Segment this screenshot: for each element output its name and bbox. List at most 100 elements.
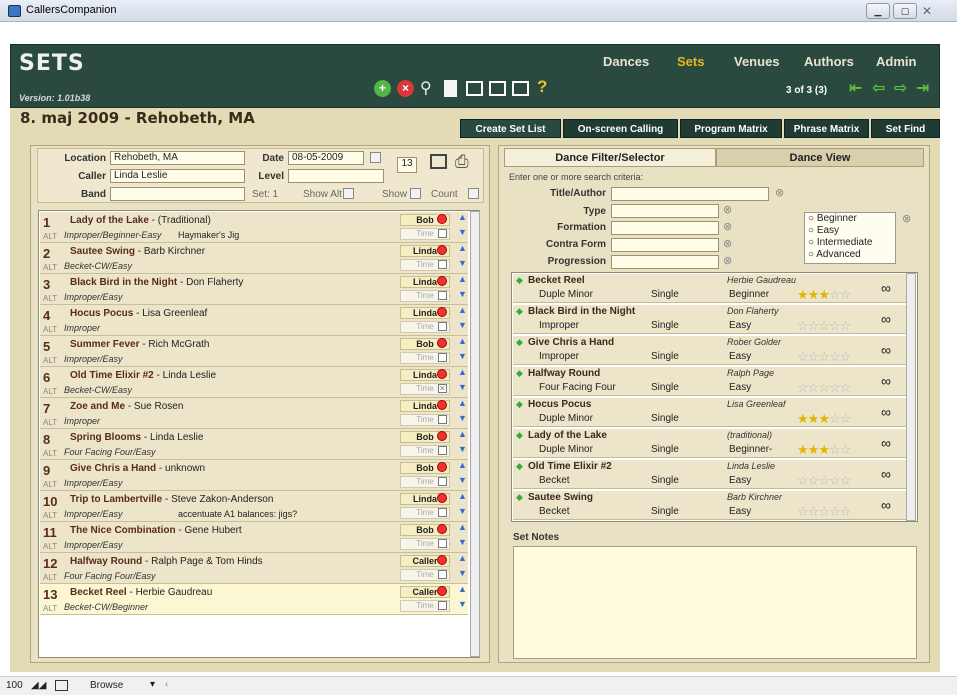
show-checkbox[interactable] [410, 188, 421, 199]
set-list-row[interactable]: 1 Lady of the Lake - (Traditional) ALT Impr… [40, 212, 468, 243]
move-down-icon[interactable]: ▼ [458, 475, 467, 485]
move-up-icon[interactable]: ▲ [458, 429, 467, 439]
set-list-row[interactable]: 2 Sautee Swing - Barb Kirchner ALT Becket-C… [40, 243, 468, 274]
star-icon[interactable]: ☆ [808, 318, 820, 333]
clear-title-icon[interactable]: ⊗ [775, 186, 784, 199]
move-down-icon[interactable]: ▼ [458, 320, 467, 330]
dance-list-item[interactable]: ◆ Becket Reel Herbie Gaudreau Duple Minor Si… [513, 274, 915, 303]
set-list-row[interactable]: 11 The Nice Combination - Gene Hubert ALT I… [40, 522, 468, 553]
star-icon[interactable]: ★ [808, 287, 820, 302]
binoculars-icon[interactable]: ∞ [881, 373, 891, 389]
next-record-icon[interactable]: ⇨ [894, 78, 907, 98]
star-rating[interactable]: ☆☆☆☆☆ [797, 349, 851, 365]
level-radio-intermediate[interactable]: ○ Intermediate [808, 237, 872, 248]
dance-name[interactable]: Sautee Swing [528, 492, 593, 503]
row-checkbox[interactable] [438, 477, 447, 486]
move-up-icon[interactable]: ▲ [458, 243, 467, 253]
star-icon[interactable]: ☆ [840, 287, 852, 302]
star-icon[interactable]: ☆ [818, 349, 830, 364]
binoculars-icon[interactable]: ∞ [881, 404, 891, 420]
move-up-icon[interactable]: ▲ [458, 460, 467, 470]
alt-label[interactable]: ALT [43, 263, 57, 272]
mode-selector[interactable]: Browse [90, 680, 123, 691]
list-icon[interactable] [430, 154, 447, 169]
move-up-icon[interactable]: ▲ [458, 522, 467, 532]
move-down-icon[interactable]: ▼ [458, 537, 467, 547]
delete-row-icon[interactable] [437, 524, 447, 534]
set-list-scrollbar[interactable] [470, 211, 480, 657]
star-icon[interactable]: ☆ [808, 504, 820, 519]
star-icon[interactable]: ★ [797, 411, 809, 426]
row-title[interactable]: Hocus Pocus - Lisa Greenleaf [70, 308, 207, 319]
star-icon[interactable]: ☆ [808, 473, 820, 488]
row-title[interactable]: Black Bird in the Night - Don Flaherty [70, 277, 243, 288]
contra-form-field[interactable] [611, 238, 719, 252]
star-icon[interactable]: ☆ [829, 504, 841, 519]
dance-title[interactable]: Sautee Swing [70, 246, 135, 257]
close-window-button[interactable]: ✕ [922, 4, 932, 18]
new-document-icon[interactable] [444, 80, 457, 97]
level-radio-easy[interactable]: ○ Easy [808, 225, 839, 236]
alt-label[interactable]: ALT [43, 542, 57, 551]
star-icon[interactable]: ☆ [797, 349, 809, 364]
alt-label[interactable]: ALT [43, 294, 57, 303]
clear-formation-icon[interactable]: ⊗ [723, 220, 732, 233]
alt-label[interactable]: ALT [43, 449, 57, 458]
star-icon[interactable]: ☆ [797, 504, 809, 519]
dance-title[interactable]: Old Time Elixir #2 [70, 370, 154, 381]
star-icon[interactable]: ★ [818, 442, 830, 457]
star-icon[interactable]: ☆ [829, 473, 841, 488]
level-radio-advanced[interactable]: ○ Advanced [808, 249, 861, 260]
dance-name[interactable]: Halfway Round [528, 368, 600, 379]
row-title[interactable]: Give Chris a Hand - unknown [70, 463, 205, 474]
form-view-icon[interactable] [466, 81, 483, 96]
row-checkbox[interactable] [438, 601, 447, 610]
row-checkbox[interactable] [438, 415, 447, 424]
print-icon[interactable]: ⎙ [455, 152, 469, 172]
progression-field[interactable] [611, 255, 719, 269]
chevron-down-icon[interactable]: ▾ [150, 679, 155, 690]
calendar-icon[interactable] [370, 152, 381, 163]
star-icon[interactable]: ☆ [840, 442, 852, 457]
move-down-icon[interactable]: ▼ [458, 506, 467, 516]
dance-name[interactable]: Lady of the Lake [528, 430, 607, 441]
tab-on-screen-calling[interactable]: On-screen Calling [563, 119, 678, 138]
show-alt-checkbox[interactable] [343, 188, 354, 199]
binoculars-icon[interactable]: ∞ [881, 466, 891, 482]
binoculars-icon[interactable]: ∞ [881, 311, 891, 327]
move-up-icon[interactable]: ▲ [458, 336, 467, 346]
set-list-row[interactable]: 3 Black Bird in the Night - Don Flaherty A… [40, 274, 468, 305]
scroll-left-icon[interactable]: ‹ [165, 679, 168, 690]
dance-list-item[interactable]: ◆ Give Chris a Hand Rober Golder Improper Si… [513, 336, 915, 365]
star-icon[interactable]: ☆ [829, 287, 841, 302]
dance-list-item[interactable]: ◆ Old Time Elixir #2 Linda Leslie Becket Sin… [513, 460, 915, 489]
star-icon[interactable]: ★ [818, 287, 830, 302]
move-up-icon[interactable]: ▲ [458, 212, 467, 222]
delete-row-icon[interactable] [437, 214, 447, 224]
dance-title[interactable]: Trip to Lambertville [70, 494, 162, 505]
star-icon[interactable]: ☆ [829, 442, 841, 457]
star-icon[interactable]: ☆ [808, 380, 820, 395]
delete-row-icon[interactable] [437, 400, 447, 410]
star-icon[interactable]: ☆ [818, 504, 830, 519]
row-title[interactable]: Lady of the Lake - (Traditional) [70, 215, 211, 226]
set-list-row[interactable]: 5 Summer Fever - Rich McGrath ALT Improper/… [40, 336, 468, 367]
caller-field[interactable]: Linda Leslie [110, 169, 245, 183]
binoculars-icon[interactable]: ∞ [881, 497, 891, 513]
move-up-icon[interactable]: ▲ [458, 584, 467, 594]
set-notes-field[interactable] [513, 546, 917, 659]
star-rating[interactable]: ☆☆☆☆☆ [797, 473, 851, 489]
star-icon[interactable]: ★ [797, 442, 809, 457]
row-checkbox[interactable] [438, 539, 447, 548]
binoculars-icon[interactable]: ∞ [881, 435, 891, 451]
star-icon[interactable]: ☆ [818, 318, 830, 333]
star-icon[interactable]: ☆ [797, 318, 809, 333]
delete-row-icon[interactable] [437, 307, 447, 317]
clear-level-icon[interactable]: ⊗ [902, 212, 911, 225]
add-dance-icon[interactable]: ◆ [516, 275, 523, 286]
level-field[interactable] [288, 169, 384, 183]
move-up-icon[interactable]: ▲ [458, 274, 467, 284]
row-checkbox[interactable] [438, 291, 447, 300]
move-down-icon[interactable]: ▼ [458, 289, 467, 299]
location-field[interactable]: Rehobeth, MA [110, 151, 245, 165]
